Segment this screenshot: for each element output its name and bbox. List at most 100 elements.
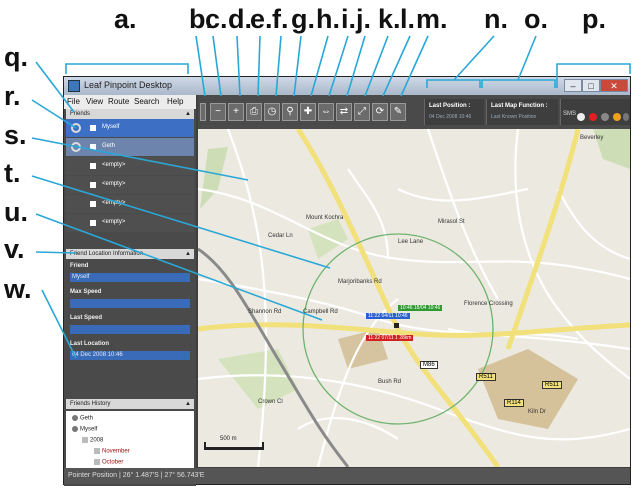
callout-p: p. bbox=[582, 4, 606, 34]
tree-item-november[interactable]: November bbox=[94, 448, 130, 455]
toolbar-grip[interactable] bbox=[200, 103, 206, 121]
street-label: Lee Lane bbox=[398, 239, 424, 245]
friend-name: <empty> bbox=[102, 219, 126, 225]
tree-item-geth[interactable]: Geth bbox=[72, 415, 93, 422]
street-label: Shannon Rd bbox=[248, 309, 282, 315]
friend-checkbox[interactable] bbox=[90, 125, 96, 131]
magnifier-icon: ⚲ bbox=[286, 106, 294, 117]
status-bar: Pointer Position | 26° 1.487'S | 27° 56.… bbox=[64, 468, 630, 484]
refresh-button[interactable]: ⟳ bbox=[372, 103, 388, 121]
sms-icon[interactable] bbox=[577, 113, 585, 121]
edit-button[interactable]: ✎ bbox=[390, 103, 406, 121]
friend-checkbox[interactable] bbox=[90, 163, 96, 169]
friend-node-icon bbox=[72, 415, 78, 421]
friend-row-empty[interactable]: <empty> bbox=[66, 157, 194, 175]
refresh-icon: ⟳ bbox=[375, 106, 385, 117]
last-speed-label: Last Speed bbox=[70, 315, 103, 321]
route-shield: R114 bbox=[504, 399, 524, 407]
last-map-function-value: Last Known Position bbox=[491, 114, 537, 120]
callout-c: c. bbox=[205, 4, 228, 34]
menu-file[interactable]: File bbox=[67, 97, 80, 106]
marker-blue[interactable]: 11:22 04/11 10:46 bbox=[366, 313, 410, 319]
last-position-box: Last Position : 04 Dec 2008 10:46 bbox=[424, 99, 484, 125]
friends-panel-header[interactable]: Friends ▲ bbox=[66, 109, 194, 119]
callout-t: t. bbox=[4, 158, 21, 188]
route-icon: ⇄ bbox=[339, 106, 349, 117]
friend-checkbox[interactable] bbox=[90, 144, 96, 150]
map-view[interactable]: Beverley Florence Crossing Marjoribanks … bbox=[198, 129, 630, 467]
friend-name: Geth bbox=[102, 143, 116, 149]
callout-i: i. bbox=[341, 4, 357, 34]
tree-item-year[interactable]: 2008 bbox=[82, 437, 103, 444]
callout-f: f. bbox=[272, 4, 289, 34]
zoom-in-button[interactable]: + bbox=[228, 103, 244, 121]
title-bar[interactable]: Leaf Pinpoint Desktop – □ ✕ bbox=[64, 77, 630, 95]
settings-icon[interactable] bbox=[601, 113, 609, 121]
friend-avatar-icon bbox=[71, 123, 81, 133]
street-label: Crown Cl bbox=[258, 399, 283, 405]
menu-route[interactable]: Route bbox=[108, 97, 129, 106]
friend-checkbox[interactable] bbox=[90, 220, 96, 226]
friend-name: Myself bbox=[102, 124, 120, 130]
menu-help[interactable]: Help bbox=[167, 97, 183, 106]
measure-icon: ⤢ bbox=[358, 106, 366, 117]
menu-search[interactable]: Search bbox=[134, 97, 159, 106]
route-shield: R511 bbox=[542, 381, 562, 389]
left-panel: Friends ▲ Myself Geth <empty> <empty> <e… bbox=[64, 109, 196, 486]
marker-green[interactable]: 10:46 18/04 10:46 bbox=[398, 305, 443, 311]
last-location-label: Last Location bbox=[70, 341, 110, 347]
pin-icon[interactable]: ▲ bbox=[185, 399, 191, 409]
friend-row-geth[interactable]: Geth bbox=[66, 138, 194, 156]
measure-button[interactable]: ⤢ bbox=[354, 103, 370, 121]
tree-item-myself[interactable]: Myself bbox=[72, 426, 97, 433]
friend-row-empty[interactable]: <empty> bbox=[66, 214, 194, 232]
last-speed-value bbox=[70, 325, 190, 334]
history-panel-header[interactable]: Friends History ▲ bbox=[66, 399, 194, 409]
alert-icons: SMS bbox=[560, 99, 630, 125]
tree-item-october[interactable]: October bbox=[94, 459, 123, 466]
marker-red[interactable]: 11:22 07/11 1 28km bbox=[366, 335, 414, 341]
print-button[interactable]: ⎙ bbox=[246, 103, 262, 121]
close-button[interactable]: ✕ bbox=[600, 79, 628, 92]
friend-row-myself[interactable]: Myself bbox=[66, 119, 194, 137]
last-position-value: 04 Dec 2008 10:46 bbox=[429, 114, 472, 120]
menu-bar: File View Route Search Help bbox=[64, 95, 196, 109]
pin-icon[interactable]: ▲ bbox=[185, 109, 191, 119]
zoom-out-button[interactable]: − bbox=[210, 103, 226, 121]
friend-label: Friend bbox=[70, 263, 89, 269]
friend-row-empty[interactable]: <empty> bbox=[66, 195, 194, 213]
app-window: Leaf Pinpoint Desktop – □ ✕ File View Ro… bbox=[63, 76, 631, 486]
locate-button[interactable]: ✚ bbox=[300, 103, 316, 121]
friend-row-empty[interactable]: <empty> bbox=[66, 176, 194, 194]
route-button[interactable]: ⇄ bbox=[336, 103, 352, 121]
info-icon[interactable] bbox=[623, 113, 629, 121]
minimize-button[interactable]: – bbox=[564, 79, 582, 92]
last-map-function-box: Last Map Function : Last Known Position bbox=[486, 99, 558, 125]
callout-o: o. bbox=[524, 4, 548, 34]
friend-checkbox[interactable] bbox=[90, 182, 96, 188]
callout-a: a. bbox=[114, 4, 137, 34]
pan-button[interactable]: ⇔ bbox=[318, 103, 334, 121]
alarm-icon[interactable] bbox=[589, 113, 597, 121]
friend-name: <empty> bbox=[102, 200, 126, 206]
minus-icon: − bbox=[215, 106, 221, 117]
callout-u: u. bbox=[4, 197, 28, 227]
search-button[interactable]: ⚲ bbox=[282, 103, 298, 121]
position-pin-icon[interactable] bbox=[394, 323, 399, 328]
menu-view[interactable]: View bbox=[86, 97, 103, 106]
history-panel-title: Friends History bbox=[70, 401, 111, 407]
clock-icon: ◷ bbox=[267, 106, 277, 117]
friend-checkbox[interactable] bbox=[90, 201, 96, 207]
printer-icon: ⎙ bbox=[250, 106, 258, 117]
callout-d: d. bbox=[228, 4, 252, 34]
pin-icon[interactable]: ▲ bbox=[185, 249, 191, 259]
maximize-button[interactable]: □ bbox=[582, 79, 600, 92]
street-label: Cedar Ln bbox=[268, 233, 293, 239]
callout-r: r. bbox=[4, 81, 21, 111]
map-canvas[interactable] bbox=[198, 129, 630, 467]
location-panel-title: Friend Location Information bbox=[70, 251, 144, 257]
warning-icon[interactable] bbox=[613, 113, 621, 121]
window-title: Leaf Pinpoint Desktop bbox=[84, 80, 173, 90]
history-button[interactable]: ◷ bbox=[264, 103, 280, 121]
location-panel-header[interactable]: Friend Location Information ▲ bbox=[66, 249, 194, 259]
